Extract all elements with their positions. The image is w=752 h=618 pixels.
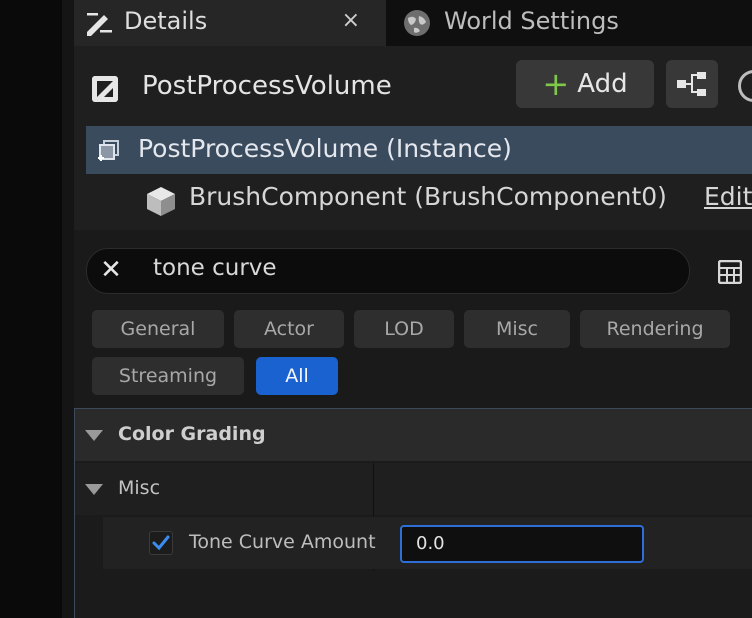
clear-search-icon[interactable]: ✕ — [97, 255, 125, 285]
property-matrix-icon[interactable] — [718, 260, 742, 284]
checkmark-icon — [152, 535, 170, 551]
filter-general[interactable]: General — [92, 310, 224, 348]
edit-link[interactable]: Edit — [704, 182, 752, 211]
filter-rendering[interactable]: Rendering — [580, 310, 730, 348]
actor-instance-icon — [98, 140, 119, 161]
tone-curve-amount-input[interactable]: 0.0 — [400, 525, 644, 563]
category-color-grading[interactable]: Color Grading — [75, 409, 752, 461]
blueprint-button[interactable] — [666, 60, 718, 108]
subcategory-misc[interactable]: Misc — [75, 463, 752, 515]
property-row-tone-curve-amount: Tone Curve Amount 0.0 — [103, 517, 752, 569]
actor-name: PostProcessVolume — [142, 71, 392, 101]
blueprint-hierarchy-icon — [677, 72, 706, 96]
property-label: Tone Curve Amount — [189, 531, 376, 553]
subcategory-label: Misc — [118, 477, 161, 499]
close-tab-icon[interactable]: × — [342, 8, 360, 33]
property-tree: Color Grading Misc Tone Curve Amount 0.0 — [74, 408, 752, 618]
input-value: 0.0 — [416, 533, 445, 554]
collapse-triangle-icon[interactable] — [85, 430, 103, 441]
component-instance-row[interactable]: PostProcessVolume (Instance) — [86, 126, 752, 174]
component-tree: PostProcessVolume (Instance) BrushCompon… — [74, 126, 752, 230]
add-button-label: Add — [577, 69, 628, 99]
tab-world-settings-label: World Settings — [444, 7, 619, 35]
post-process-volume-icon — [92, 76, 118, 102]
filter-misc[interactable]: Misc — [464, 310, 570, 348]
settings-round-icon[interactable] — [738, 70, 752, 102]
left-dark-strip — [0, 0, 62, 618]
details-panel: Details × World Settings PostProcessVolu… — [74, 0, 752, 618]
add-component-button[interactable]: + Add — [516, 60, 654, 108]
details-icon — [87, 13, 112, 36]
tab-details[interactable]: Details × — [74, 0, 386, 46]
component-instance-label: PostProcessVolume (Instance) — [138, 134, 512, 163]
actor-header: PostProcessVolume + Add — [74, 46, 752, 126]
filter-actor[interactable]: Actor — [234, 310, 344, 348]
tab-details-label: Details — [124, 7, 208, 35]
brush-component-row[interactable]: BrushComponent (BrushComponent0) Edit — [144, 178, 752, 224]
filter-lod[interactable]: LOD — [354, 310, 454, 348]
tab-bar: Details × World Settings — [74, 0, 752, 46]
override-checkbox[interactable] — [149, 531, 173, 555]
category-label: Color Grading — [118, 423, 266, 445]
search-input[interactable]: tone curve — [153, 255, 277, 281]
collapse-triangle-icon[interactable] — [85, 484, 103, 495]
brush-component-label: BrushComponent (BrushComponent0) — [189, 182, 667, 211]
filter-all[interactable]: All — [256, 357, 338, 395]
tab-world-settings[interactable]: World Settings — [392, 0, 752, 46]
filter-streaming[interactable]: Streaming — [92, 357, 244, 395]
panel-edge — [62, 0, 74, 618]
globe-icon — [404, 10, 430, 36]
search-box[interactable]: ✕ tone curve — [86, 248, 690, 294]
cube-icon — [147, 187, 175, 216]
plus-icon: + — [542, 65, 570, 103]
